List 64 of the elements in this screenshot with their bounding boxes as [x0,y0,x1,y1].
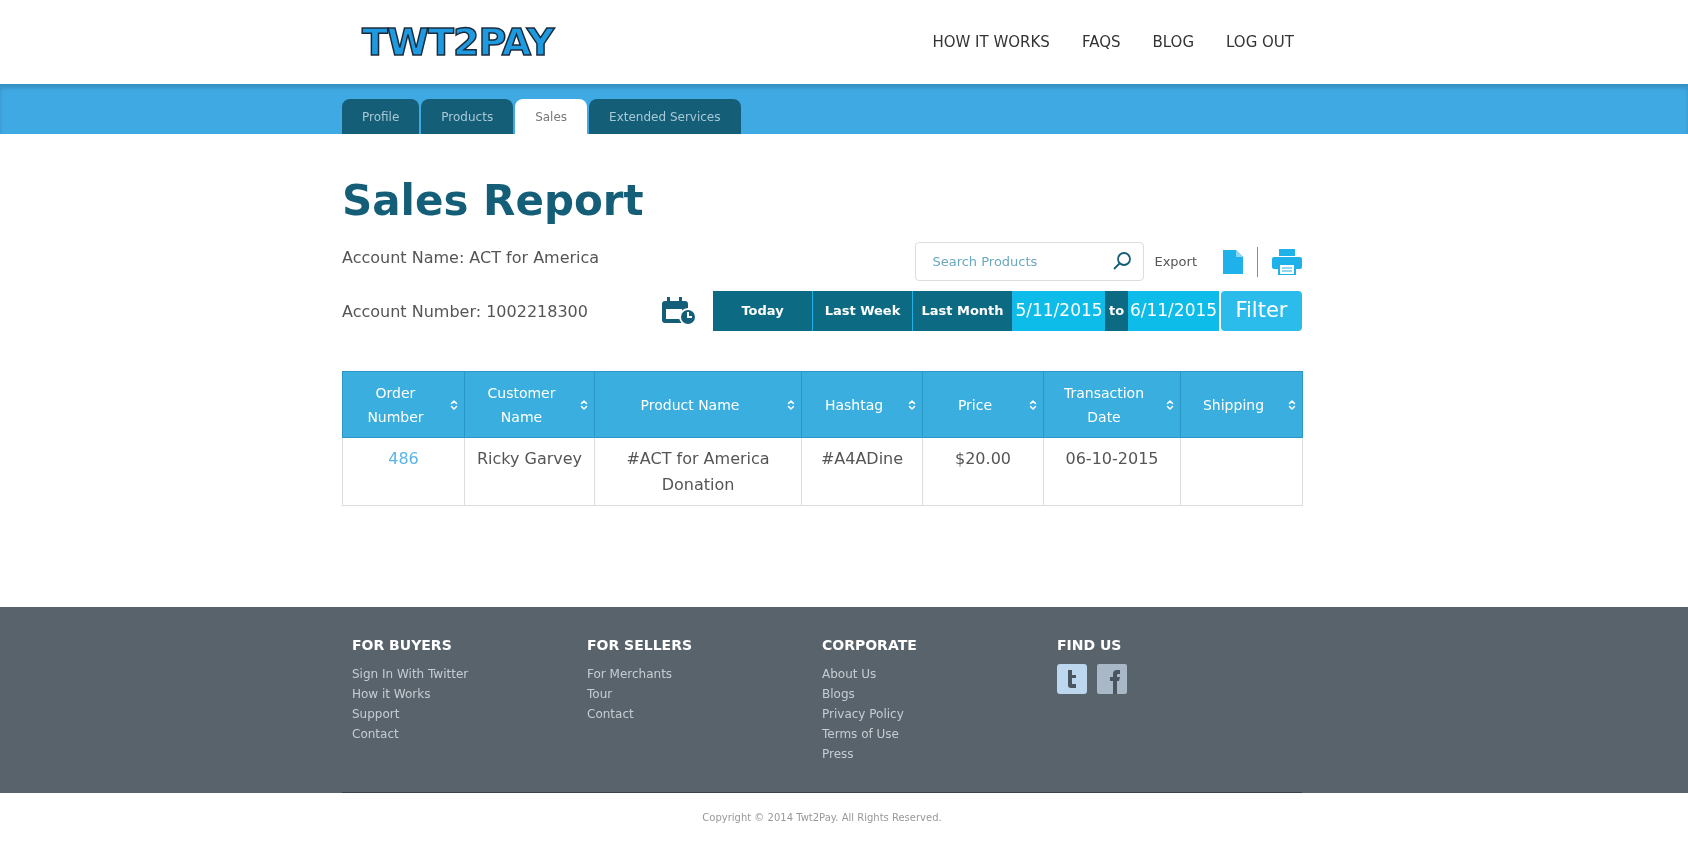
footer-link[interactable]: Press [822,744,1057,764]
column-header[interactable]: Hashtag [801,371,923,438]
tab[interactable]: Products [421,99,514,134]
sort-icon[interactable] [906,398,918,411]
footer-heading: FOR SELLERS [587,636,694,655]
column-header[interactable]: Price [922,371,1044,438]
nav-link[interactable]: BLOG [1152,30,1195,54]
date-preset-button[interactable]: Last Month [913,291,1013,331]
footer-link[interactable]: Blogs [822,684,1057,704]
column-header[interactable]: Customer Name [464,371,595,438]
footer-link[interactable]: Tour [587,684,822,704]
date-to-field[interactable]: 6/11/2015 [1128,291,1219,331]
date-from-field[interactable]: 5/11/2015 [1013,291,1105,331]
search-icon[interactable] [1112,251,1133,271]
footer-link[interactable]: Privacy Policy [822,704,1057,724]
copyright-text: Copyright © 2014 Twt2Pay. All Rights Reserved. [702,811,942,825]
document-icon[interactable] [1223,249,1243,274]
date-preset-button[interactable]: Last Week [813,291,913,331]
footer-heading: FIND US [1057,636,1123,655]
sort-icon[interactable] [1027,398,1039,411]
column-header[interactable]: Shipping [1180,371,1303,438]
search-field[interactable]: Search Products [915,242,1145,281]
column-header[interactable]: Product Name [594,371,802,438]
export-label: Export [1154,252,1197,271]
table-cell: #A4ADine [820,449,904,468]
filter-button[interactable]: Filter [1221,291,1302,331]
footer-link[interactable]: About Us [822,664,1057,684]
calendar-clock-icon[interactable] [661,296,697,326]
footer-link[interactable]: Contact [587,704,822,724]
footer-link[interactable]: Sign In With Twitter [352,664,587,684]
printer-icon[interactable] [1272,248,1302,275]
logo[interactable]: TWT2PAY [362,23,554,61]
account-number: Account Number: 1002218300 [342,301,589,323]
account-name: Account Name: ACT for America [342,247,600,269]
page-title: Sales Report [342,180,645,222]
sort-icon[interactable] [448,398,460,411]
twitter-icon[interactable] [1057,664,1087,694]
sort-icon[interactable] [1286,398,1298,411]
footer-link[interactable]: Contact [352,724,587,744]
footer-heading: FOR BUYERS [352,636,453,655]
footer-link[interactable]: Terms of Use [822,724,1057,744]
column-header[interactable]: Transaction Date [1043,371,1181,438]
nav-link[interactable]: LOG OUT [1226,30,1294,54]
sort-icon[interactable] [578,398,590,411]
tab[interactable]: Sales [515,99,588,134]
table-cell: 06-10-2015 [1065,449,1159,468]
column-header[interactable]: Order Number [342,371,465,438]
tab[interactable]: Extended Services [589,99,741,134]
sort-icon[interactable] [1164,398,1176,411]
order-link[interactable]: 486 [388,449,419,468]
date-separator: to [1105,291,1128,331]
footer-link[interactable]: Support [352,704,587,724]
tab[interactable]: Profile [342,99,420,134]
footer-link[interactable]: For Merchants [587,664,822,684]
date-preset-button[interactable]: Today [713,291,813,331]
table-cell: Ricky Garvey [476,449,583,468]
nav-link[interactable]: HOW IT WORKS [932,30,1050,54]
nav-link[interactable]: FAQS [1081,30,1121,54]
table-cell: #ACT for America Donation [626,449,770,494]
footer-link[interactable]: How it Works [352,684,587,704]
facebook-icon[interactable] [1097,664,1127,694]
table-cell: $20.00 [955,449,1011,468]
sort-icon[interactable] [785,398,797,411]
footer-heading: CORPORATE [822,636,918,655]
